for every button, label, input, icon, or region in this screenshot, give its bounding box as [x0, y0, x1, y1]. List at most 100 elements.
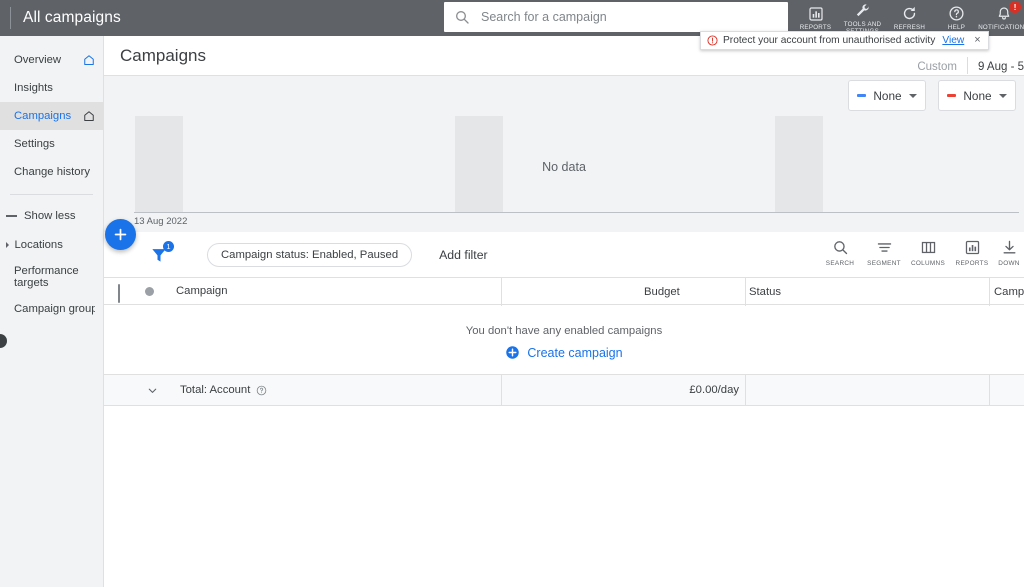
sidebar-item-change-history[interactable]: Change history — [0, 158, 103, 186]
filter-bar: 1 Campaign status: Enabled, Paused Add f… — [104, 232, 1024, 277]
reports-icon — [808, 5, 824, 22]
help-icon — [948, 5, 965, 22]
tool-label: REPORTS — [955, 260, 989, 267]
tool-label: SEGMENT — [867, 260, 901, 267]
column-divider — [501, 278, 502, 306]
date-range-value[interactable]: 9 Aug - 5 — [968, 61, 1024, 74]
top-action-label: REFRESH — [893, 24, 926, 31]
sidebar-item-insights[interactable]: Insights — [0, 74, 103, 102]
sidebar-item-label: Campaigns — [14, 110, 72, 122]
search-box[interactable] — [444, 2, 788, 32]
select-all-checkbox[interactable] — [118, 284, 120, 303]
create-campaign-label: Create campaign — [527, 345, 623, 360]
add-filter-button[interactable]: Add filter — [439, 248, 488, 262]
table-total-row: Total: Account £0.00/day — [104, 375, 1024, 406]
columns-icon — [920, 236, 937, 256]
refresh-icon — [901, 5, 918, 22]
close-icon[interactable]: × — [974, 35, 980, 46]
download-icon — [1001, 236, 1018, 256]
top-action-label: REPORTS — [799, 24, 832, 31]
tool-segment[interactable]: SEGMENT — [862, 236, 906, 267]
sidebar-item-label: Campaign groups — [14, 303, 95, 315]
total-row-label: Total: Account — [180, 384, 251, 396]
column-divider — [745, 278, 746, 306]
filter-funnel-button[interactable]: 1 — [149, 240, 174, 265]
show-less-label: Show less — [24, 210, 76, 222]
page-background — [104, 409, 1024, 587]
wrench-icon — [854, 2, 871, 19]
security-warning-toast: Protect your account from unauthorised a… — [700, 31, 989, 50]
sidebar-item-performance-targets[interactable]: Performance targets — [0, 259, 103, 295]
toast-message: Protect your account from unauthorised a… — [723, 35, 936, 46]
column-header-budget[interactable]: Budget — [644, 286, 680, 298]
chart-x-axis-tick-label: 13 Aug 2022 — [134, 216, 188, 227]
metric-selector-primary[interactable]: None — [848, 80, 926, 111]
google-ads-campaigns-page: All campaigns REPORTS — [0, 0, 1024, 587]
empty-state-message: You don't have any enabled campaigns — [465, 325, 663, 337]
tool-label: DOWN — [998, 260, 1020, 267]
sidebar-item-label: Change history — [14, 166, 90, 178]
date-range-preset[interactable]: Custom — [917, 61, 967, 74]
plus-icon — [114, 228, 127, 241]
column-divider — [989, 278, 990, 306]
status-dot-icon — [145, 286, 154, 296]
home-icon — [84, 111, 94, 121]
tool-download[interactable]: DOWN — [994, 236, 1024, 267]
chevron-down-icon — [908, 93, 917, 98]
minus-icon — [6, 215, 17, 217]
filter-chip-campaign-status[interactable]: Campaign status: Enabled, Paused — [207, 242, 413, 267]
tool-label: SEARCH — [825, 260, 855, 267]
page-title: Campaigns — [120, 45, 206, 65]
search-icon — [456, 11, 469, 24]
tool-label: COLUMNS — [910, 260, 946, 267]
date-range-selector[interactable]: Custom 9 Aug - 5 — [917, 46, 1024, 74]
tool-search[interactable]: SEARCH — [818, 236, 862, 267]
search-input[interactable] — [479, 9, 778, 25]
select-all-checkbox-cell — [118, 284, 130, 303]
account-title: All campaigns — [23, 9, 121, 26]
column-header-status[interactable]: Status — [749, 286, 781, 298]
table-empty-state: You don't have any enabled campaigns Cre… — [104, 305, 1024, 375]
panel-collapse-handle[interactable] — [0, 334, 7, 348]
toast-view-link[interactable]: View — [942, 35, 964, 46]
sidebar-item-overview[interactable]: Overview — [0, 46, 103, 74]
topbar-divider — [10, 7, 11, 29]
error-circle-icon — [707, 35, 718, 46]
home-icon — [84, 55, 94, 65]
tool-reports[interactable]: REPORTS — [950, 236, 994, 267]
sidebar-divider — [10, 194, 93, 195]
sidebar-item-label: Overview — [14, 54, 62, 66]
sidebar-item-label: Insights — [14, 82, 53, 94]
reports-icon — [964, 236, 981, 256]
sidebar-item-label: Locations — [14, 239, 63, 251]
create-campaign-link[interactable]: Create campaign — [505, 345, 623, 360]
column-divider — [745, 375, 746, 406]
sidebar-item-settings[interactable]: Settings — [0, 130, 103, 158]
chart-x-axis — [134, 212, 1019, 213]
performance-chart-panel: No data 13 Aug 2022 None None — [104, 76, 1024, 232]
chevron-down-icon[interactable] — [146, 384, 159, 397]
sidebar-item-campaigns[interactable]: Campaigns — [0, 102, 103, 130]
table-header-row: Campaign Budget Status Campai — [104, 277, 1024, 306]
metric-selector-secondary[interactable]: None — [938, 80, 1016, 111]
plus-circle-icon — [506, 346, 520, 359]
sidebar-item-campaign-groups[interactable]: Campaign groups — [0, 295, 103, 323]
segment-icon — [876, 236, 893, 256]
metric-label: None — [873, 88, 902, 103]
help-circle-icon[interactable] — [256, 385, 267, 396]
create-campaign-fab[interactable] — [105, 219, 136, 250]
column-header-campaign[interactable]: Campaign — [176, 285, 228, 297]
column-header-campaign-type[interactable]: Campai — [994, 286, 1024, 298]
top-action-label: NOTIFICATIONS — [978, 24, 1024, 31]
metric-selectors: None None — [848, 80, 1016, 111]
sidebar-show-less-button[interactable]: Show less — [0, 203, 103, 229]
tool-columns[interactable]: COLUMNS — [906, 236, 950, 267]
sidebar-item-label: Performance targets — [14, 264, 79, 290]
campaigns-table: Campaign Budget Status Campai You don't … — [104, 277, 1024, 406]
metric-color-swatch — [947, 94, 957, 97]
sidebar-item-locations[interactable]: Locations — [0, 231, 103, 259]
total-row-budget: £0.00/day — [689, 384, 739, 396]
top-action-label: HELP — [947, 24, 966, 31]
notification-badge: ! — [1009, 1, 1021, 13]
sidebar-item-label: Settings — [14, 138, 55, 150]
